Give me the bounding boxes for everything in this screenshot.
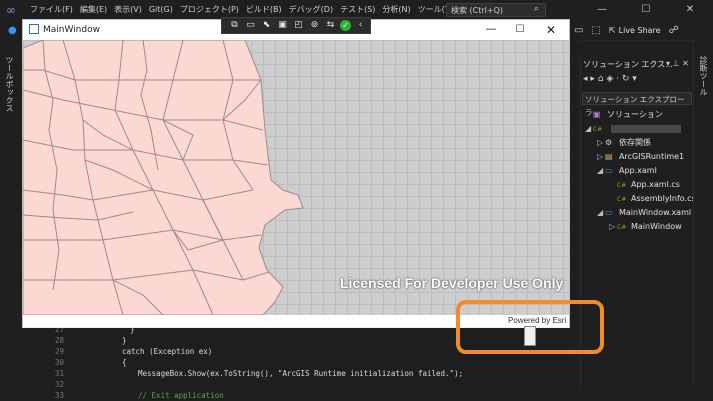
line-number: 30 — [54, 358, 64, 367]
solution-tree-item[interactable]: ▷ ⚙ 依存関係 — [597, 137, 651, 149]
solution-tree-item[interactable]: ▷ C# MainWindow — [609, 221, 682, 233]
code-line[interactable]: 29 catch (Exception ex) — [22, 346, 212, 357]
app-maximize-button[interactable]: ☐ — [505, 21, 535, 39]
solution-tree-label: App.xaml.cs — [631, 180, 680, 189]
solution-tree-item[interactable]: ▷ ▤ ArcGISRuntime1 — [597, 151, 684, 163]
code-line[interactable]: 30 { — [22, 357, 127, 368]
line-number: 31 — [54, 369, 64, 378]
vs-maximize-button[interactable]: ☐ — [624, 0, 668, 20]
solution-tree-item[interactable]: ◢ ▭ App.xaml — [597, 165, 657, 177]
solution-tree-label: 依存関係 — [619, 138, 651, 147]
app-window-title: MainWindow — [43, 25, 100, 35]
line-number: 28 — [54, 336, 64, 345]
vs-toolbar-right: ▭ ⬚ ⇱ Live Share ☍ — [574, 20, 679, 40]
feedback-icon[interactable]: ☍ — [669, 25, 679, 36]
app-minimize-button[interactable]: — — [476, 21, 506, 39]
record-icon[interactable]: ▭ — [244, 19, 257, 32]
live-visual-tree-icon[interactable]: ⧉ — [228, 19, 241, 32]
solution-tree-item[interactable]: C# App.xaml.cs — [609, 179, 680, 191]
search-input[interactable]: 検索 (Ctrl+Q) — [446, 3, 546, 17]
solution-tree-item[interactable]: ▣ ソリューション — [585, 109, 663, 121]
app-close-button[interactable]: ✕ — [536, 21, 566, 39]
solution-tree-item[interactable]: ◢ ▭ MainWindow.xaml — [597, 207, 691, 219]
collapse-toolbar-icon[interactable]: ‹ — [354, 19, 367, 32]
solution-tree-label: ソリューション — [607, 110, 663, 119]
csharp-project-icon: C# — [593, 126, 603, 133]
xaml-file-icon: ▭ — [605, 166, 613, 175]
binding-failures-icon[interactable]: ⊚ — [308, 19, 321, 32]
panel-options-icon[interactable]: ▾ ⊥ ✕ — [666, 59, 689, 68]
menu-item[interactable]: ファイル(F) — [30, 0, 80, 20]
csharp-file-icon: C# — [617, 196, 627, 203]
vs-minimize-button[interactable]: — — [580, 0, 624, 20]
folder-icon: ▤ — [605, 152, 613, 161]
live-share-icon: ⇱ — [608, 25, 616, 35]
xaml-debug-toolbar: ⧉ ▭ ⬉ ▣ ◰ ⊚ ⇆ ✓ ‹ — [221, 17, 371, 34]
diagnostics-tab[interactable]: 診断ツール — [698, 56, 709, 96]
menu-item[interactable]: 編集(E) — [80, 0, 114, 20]
solution-explorer-toolbar[interactable]: ◂ ▸ ⌂ ◈ · ↻ ▾ — [583, 74, 637, 84]
csharp-file-icon: C# — [617, 182, 627, 189]
csharp-file-icon: C# — [617, 224, 627, 231]
solution-search-input[interactable]: ソリューション エクスプローラー — [582, 92, 692, 117]
chevron-right-icon[interactable]: ▷ — [597, 151, 605, 163]
select-element-icon[interactable]: ⬉ — [260, 19, 273, 32]
line-number: 29 — [54, 347, 64, 356]
code-text: catch (Exception ex) — [122, 347, 213, 356]
solution-tree-label: ArcGISRuntime1 — [619, 152, 685, 161]
toolbox-tab[interactable]: ツールボックス — [4, 56, 15, 112]
chevron-down-icon[interactable]: ◢ — [597, 207, 605, 219]
solution-tree-item[interactable]: C# AssemblyInfo.cs — [609, 193, 696, 205]
chevron-right-icon[interactable]: ▷ — [609, 221, 617, 233]
code-line[interactable]: 32 — [22, 379, 138, 390]
live-share-label: Live Share — [618, 25, 661, 35]
menu-item[interactable]: Git(G) — [149, 0, 180, 20]
line-number: 32 — [54, 380, 64, 389]
code-text: { — [122, 358, 127, 367]
license-watermark: Licensed For Developer Use Only — [340, 275, 564, 291]
code-line[interactable]: 33 // Exit application — [22, 390, 224, 401]
search-icon[interactable]: ⌕ — [534, 4, 539, 14]
chevron-down-icon[interactable]: ◢ — [597, 165, 605, 177]
solution-icon: ▣ — [593, 110, 601, 119]
code-line[interactable]: 31 MessageBox.Show(ex.ToString(), "ArcGIS… — [22, 368, 463, 379]
map-feature-layer — [23, 40, 304, 315]
vs-close-button[interactable]: ✕ — [668, 0, 712, 20]
vs-window-controls: — ☐ ✕ — [580, 0, 712, 20]
solution-tree-item[interactable]: ◢ C# — [585, 123, 681, 135]
layout-adorners-icon[interactable]: ▣ — [276, 19, 289, 32]
visual-studio-logo-icon[interactable]: ∞ — [6, 3, 20, 17]
navigate-back-icon[interactable]: ● — [8, 25, 17, 36]
dependencies-icon: ⚙ — [605, 138, 613, 147]
xaml-file-icon: ▭ — [605, 208, 613, 217]
redacted-project-name — [611, 124, 681, 133]
chevron-down-icon[interactable]: ◢ — [585, 123, 593, 135]
menu-item[interactable]: 表示(V) — [114, 0, 149, 20]
solution-tree-label: App.xaml — [619, 166, 657, 175]
code-line[interactable]: 28} — [22, 335, 127, 346]
track-focus-icon[interactable]: ◰ — [292, 19, 305, 32]
code-text: // Exit application — [138, 391, 224, 400]
code-text: MessageBox.Show(ex.ToString(), "ArcGIS R… — [138, 369, 464, 378]
highlight-annotation — [456, 300, 604, 354]
map-view[interactable] — [23, 40, 569, 315]
chevron-right-icon[interactable]: ▷ — [597, 137, 605, 149]
hot-reload-status-icon[interactable]: ✓ — [340, 20, 351, 31]
app-window-icon — [29, 24, 39, 34]
hot-reload-icon[interactable]: ⇆ — [324, 19, 337, 32]
code-text: } — [122, 336, 127, 345]
line-number: 33 — [54, 391, 64, 400]
live-share-button[interactable]: ⇱ Live Share — [609, 26, 661, 35]
solution-tree-label: MainWindow.xaml — [619, 208, 692, 217]
solution-tree-label: MainWindow — [631, 222, 682, 231]
window-icon[interactable]: ▭ — [574, 25, 583, 36]
solution-explorer-title: ソリューション エクス... — [583, 60, 673, 69]
pin-icon[interactable]: ⬚ — [591, 25, 600, 36]
menu-item[interactable]: 分析(N) — [382, 0, 417, 20]
solution-tree-label: AssemblyInfo.cs — [631, 194, 696, 203]
